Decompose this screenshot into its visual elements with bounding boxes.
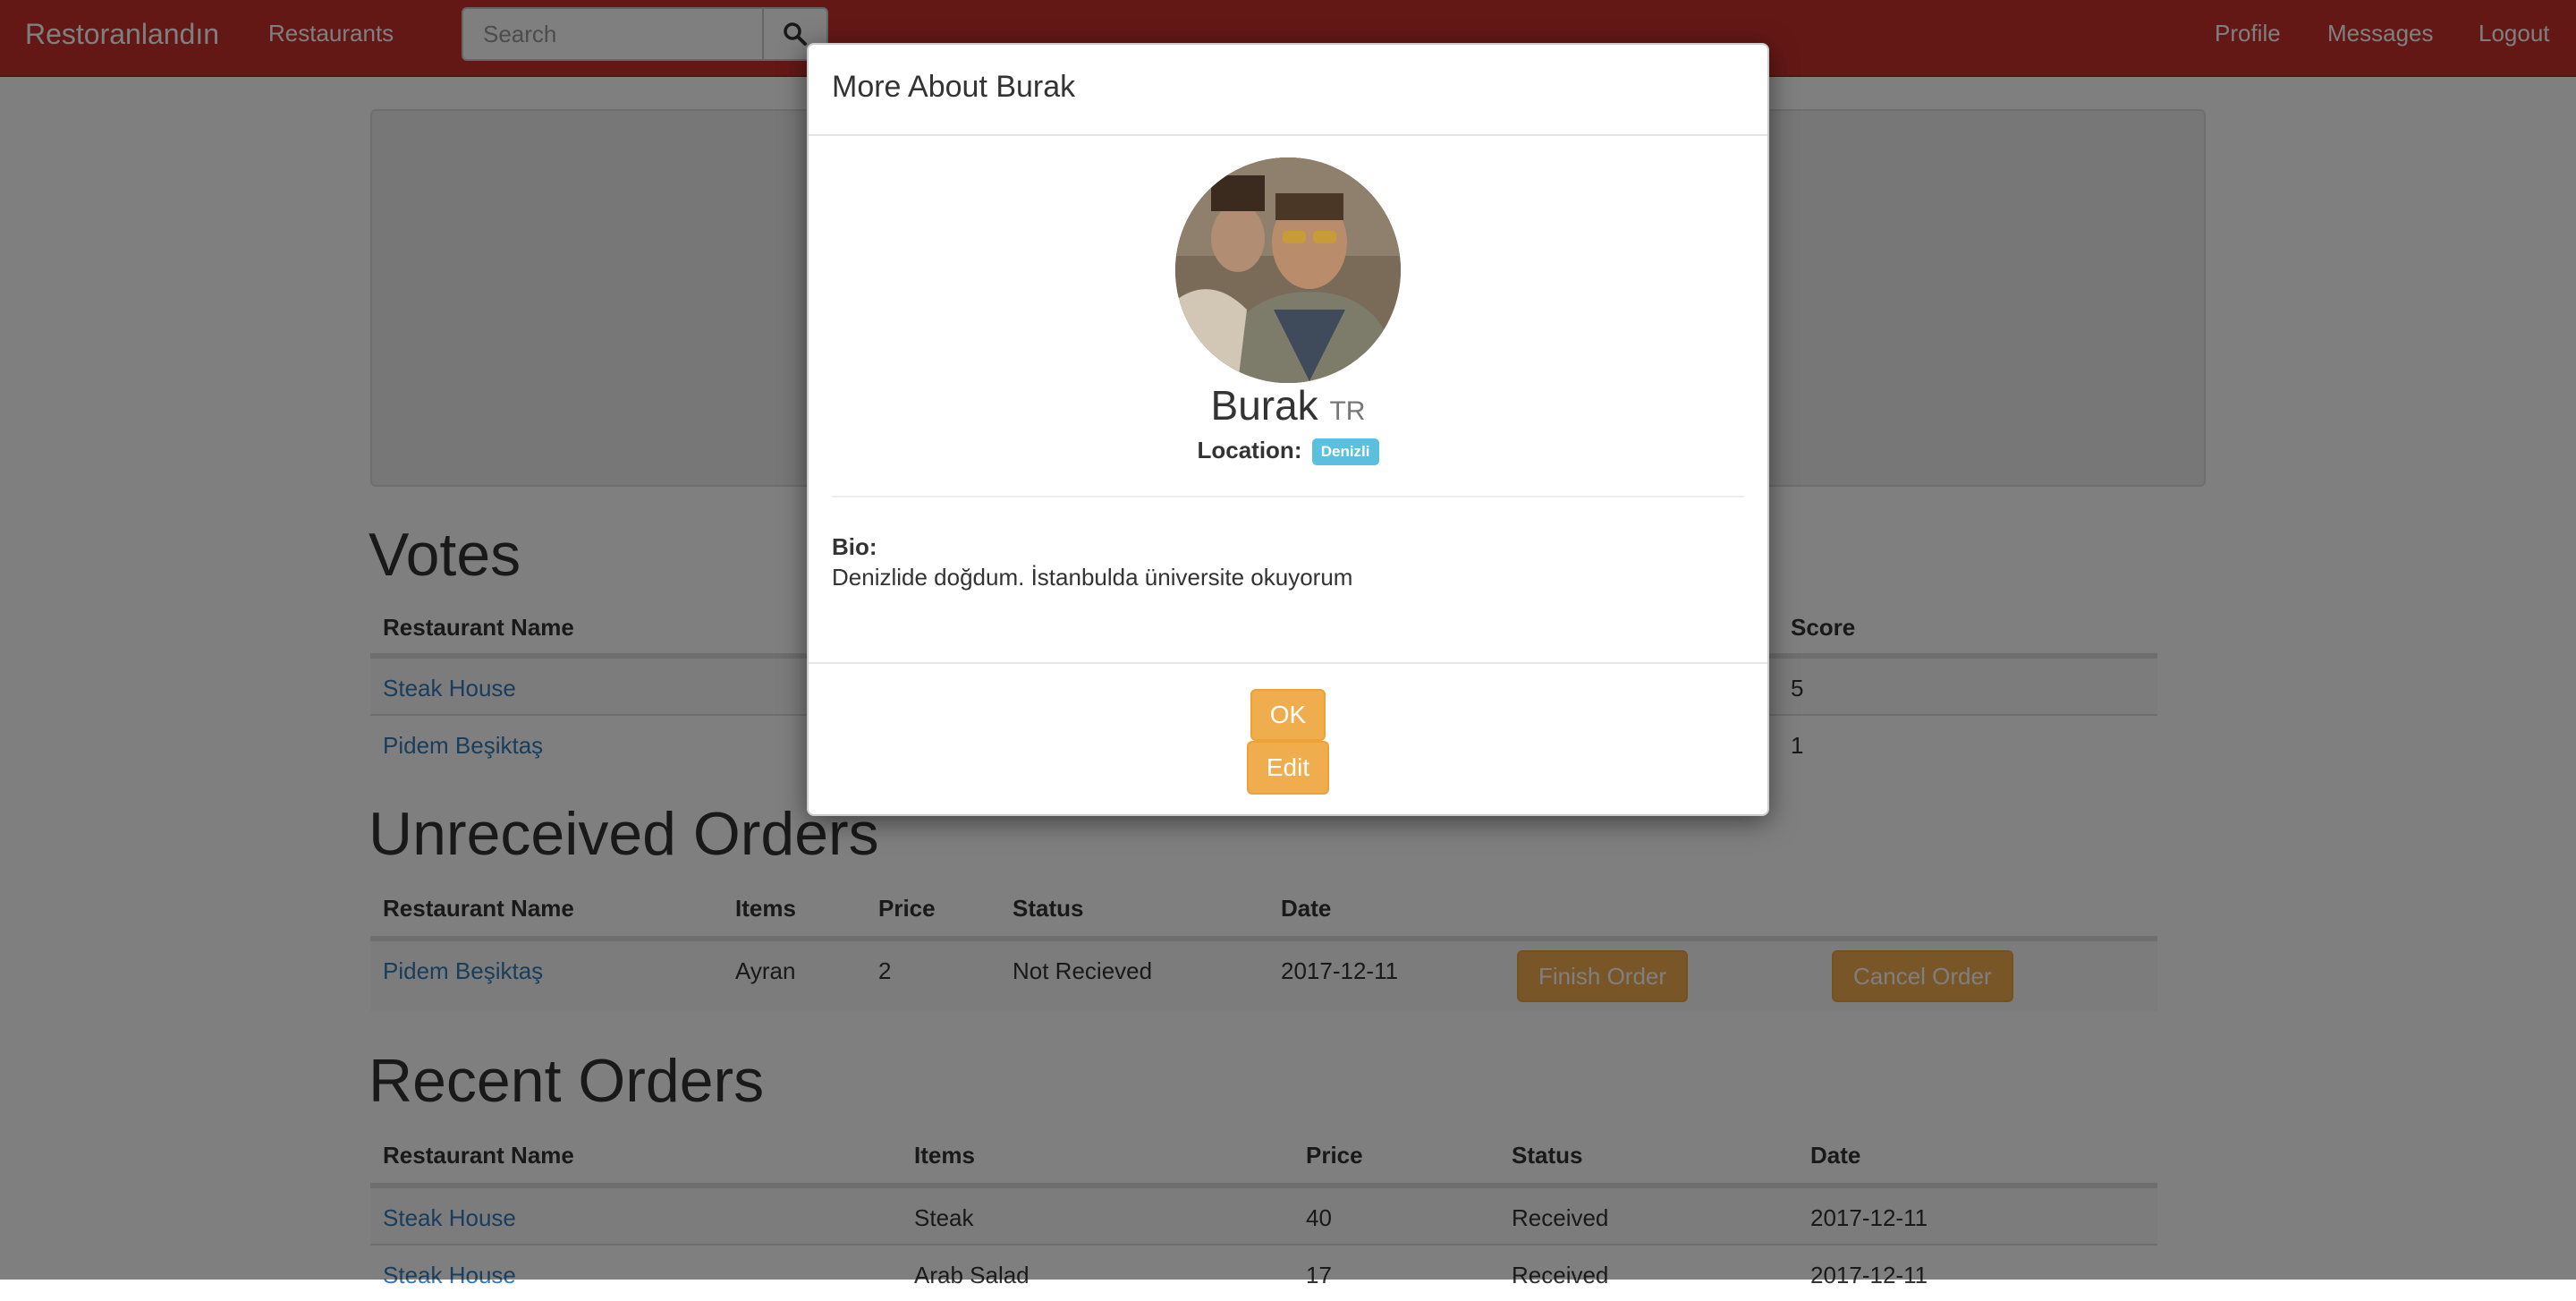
location-label: Location: — [1197, 437, 1302, 463]
modal-header-divider — [809, 134, 1767, 136]
avatar-photo — [1175, 157, 1401, 383]
profile-name: Burak — [1210, 382, 1318, 429]
ok-button[interactable]: OK — [1250, 689, 1326, 741]
profile-name-line: Burak TR — [809, 381, 1767, 429]
avatar — [1175, 157, 1401, 383]
bio-label: Bio: — [832, 533, 877, 560]
profile-divider — [832, 496, 1744, 497]
edit-button[interactable]: Edit — [1247, 741, 1329, 795]
modal-footer-divider — [809, 662, 1767, 664]
modal-title: More About Burak — [832, 70, 1076, 104]
location-line: Location: Denizli — [809, 437, 1767, 466]
country-code: TR — [1329, 396, 1366, 426]
profile-modal: More About Burak Burak TR Location: Deni… — [807, 43, 1769, 816]
location-badge: Denizli — [1311, 438, 1379, 466]
bio-text: Denizlide doğdum. İstanbulda üniversite … — [832, 564, 1353, 591]
